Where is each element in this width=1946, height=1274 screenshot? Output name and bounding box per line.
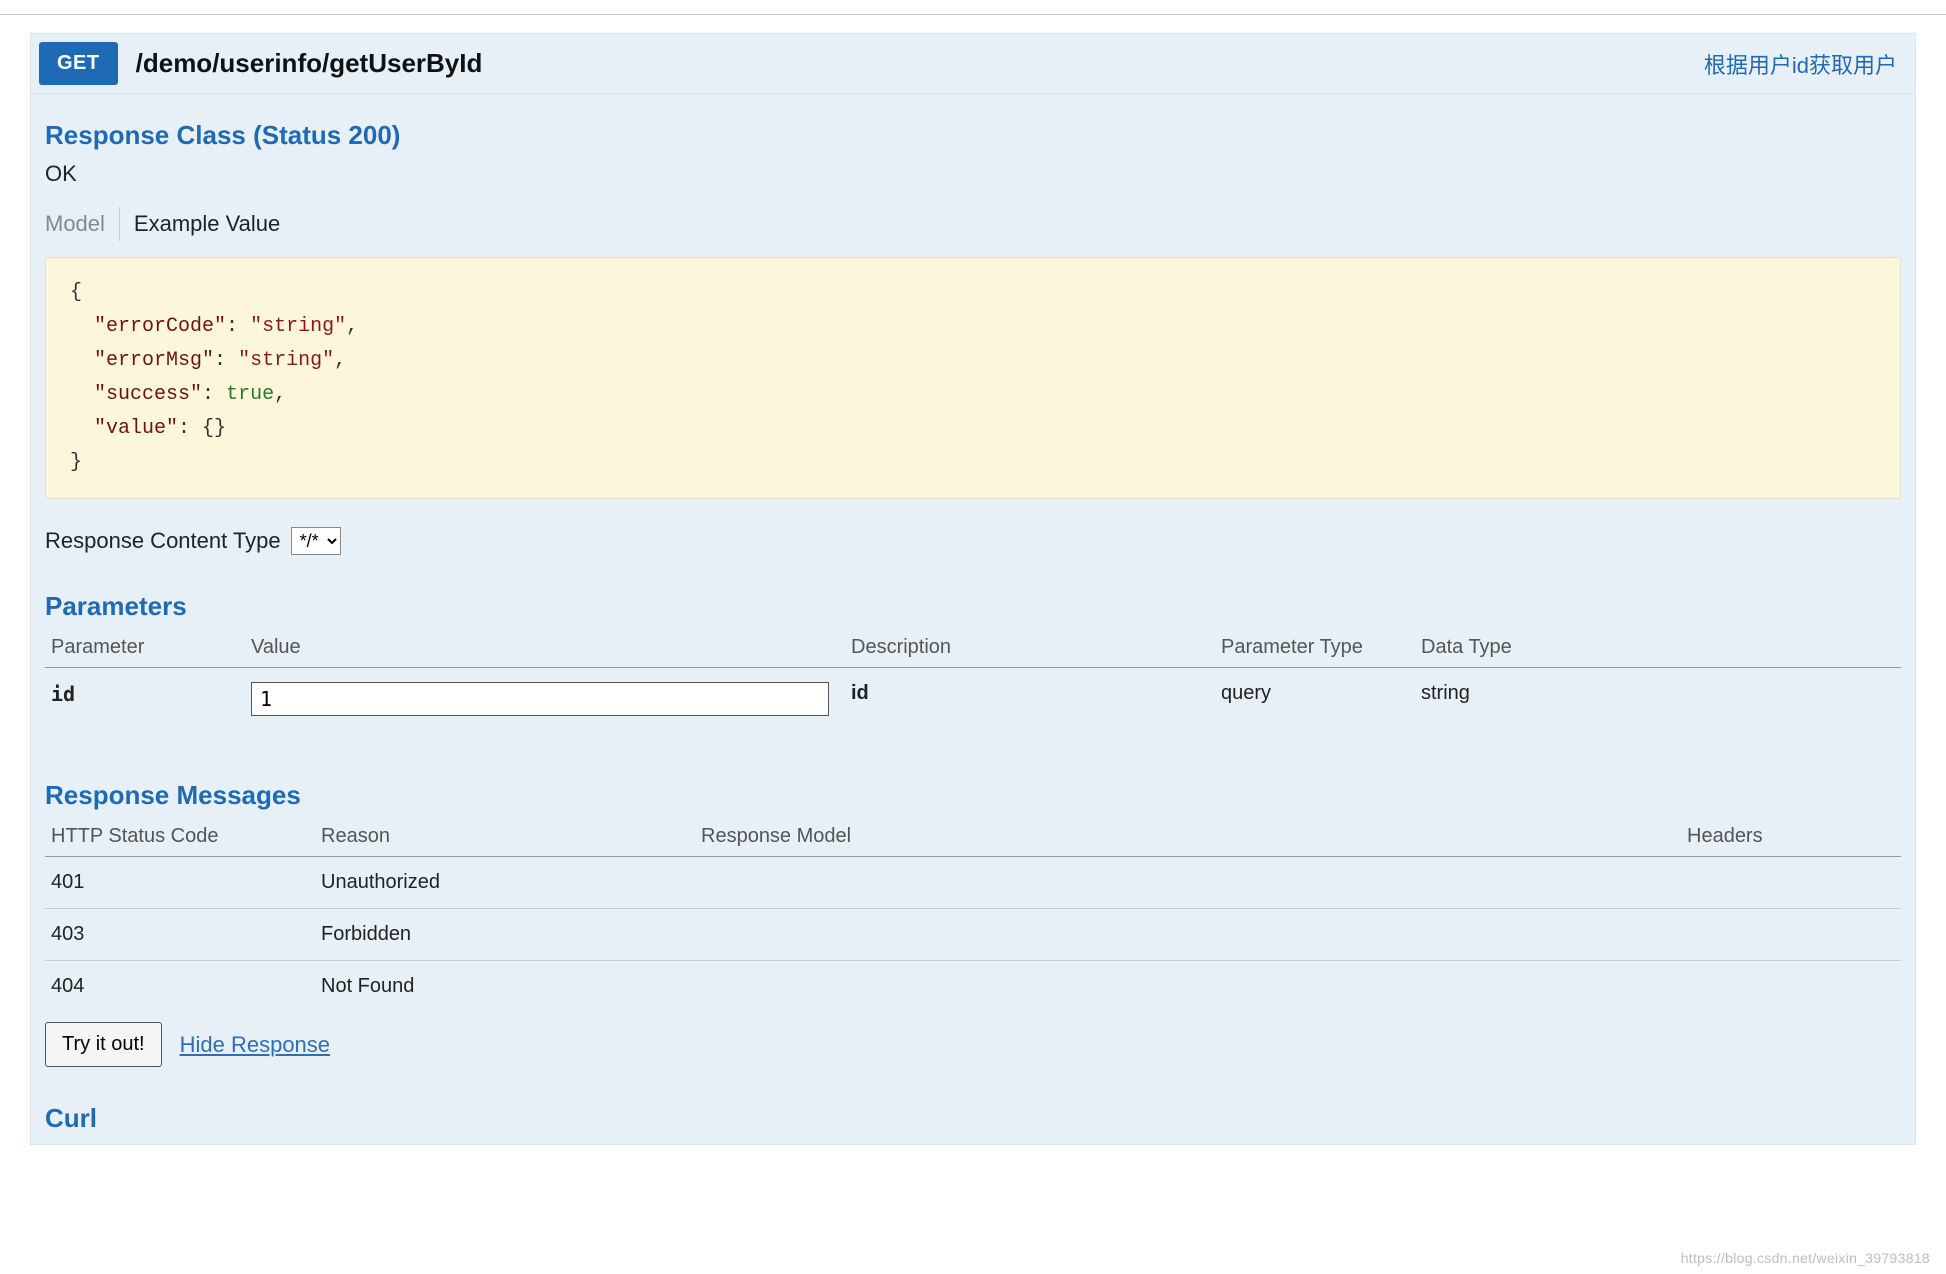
top-divider [0,0,1946,15]
response-status-text: OK [45,161,1901,187]
parameters-table: Parameter Value Description Parameter Ty… [45,630,1901,744]
parameter-name: id [51,682,75,706]
operation-header[interactable]: GET /demo/userinfo/getUserById 根据用户id获取用… [31,34,1915,94]
response-model [695,909,1681,961]
response-model [695,961,1681,1013]
response-messages-table: HTTP Status Code Reason Response Model H… [45,819,1901,1012]
status-reason: Unauthorized [315,857,695,909]
col-value: Value [245,630,845,668]
status-reason: Forbidden [315,909,695,961]
response-content-type-select[interactable]: */* [291,527,341,555]
col-response-model: Response Model [695,819,1681,857]
actions-row: Try it out! Hide Response [45,1022,1901,1067]
schema-tabs: Model Example Value [45,207,1901,241]
response-class-heading: Response Class (Status 200) [45,120,1901,151]
parameter-data-type: string [1415,668,1901,745]
response-messages-heading: Response Messages [45,780,1901,811]
try-it-out-button[interactable]: Try it out! [45,1022,162,1067]
col-headers: Headers [1681,819,1901,857]
hide-response-link[interactable]: Hide Response [180,1032,330,1058]
parameter-description: id [851,682,869,704]
tab-example-value[interactable]: Example Value [119,207,294,241]
response-content-type-row: Response Content Type */* [45,527,1901,555]
col-parameter-type: Parameter Type [1215,630,1415,668]
col-reason: Reason [315,819,695,857]
col-data-type: Data Type [1415,630,1901,668]
curl-heading: Curl [45,1103,1901,1134]
status-reason: Not Found [315,961,695,1013]
table-row: 403Forbidden [45,909,1901,961]
response-headers [1681,909,1901,961]
example-json-code[interactable]: { "errorCode": "string", "errorMsg": "st… [45,257,1901,499]
table-row: 404Not Found [45,961,1901,1013]
operation-path[interactable]: /demo/userinfo/getUserById [136,48,1704,79]
parameter-type: query [1215,668,1415,745]
parameters-heading: Parameters [45,591,1901,622]
table-row: 401Unauthorized [45,857,1901,909]
col-description: Description [845,630,1215,668]
watermark-text: https://blog.csdn.net/weixin_39793818 [1681,1250,1930,1266]
status-code: 403 [45,909,315,961]
status-code: 401 [45,857,315,909]
response-content-type-label: Response Content Type [45,528,281,554]
parameter-value-input[interactable] [251,682,829,716]
table-row: id id querystring [45,668,1901,745]
tab-model[interactable]: Model [45,207,119,241]
http-method-badge: GET [39,42,118,85]
col-http-status-code: HTTP Status Code [45,819,315,857]
response-headers [1681,857,1901,909]
response-model [695,857,1681,909]
status-code: 404 [45,961,315,1013]
col-parameter: Parameter [45,630,245,668]
response-headers [1681,961,1901,1013]
operation-summary: 根据用户id获取用户 [1704,48,1897,80]
operation-body: Response Class (Status 200) OK Model Exa… [31,94,1915,1144]
operation-block: GET /demo/userinfo/getUserById 根据用户id获取用… [30,33,1916,1145]
